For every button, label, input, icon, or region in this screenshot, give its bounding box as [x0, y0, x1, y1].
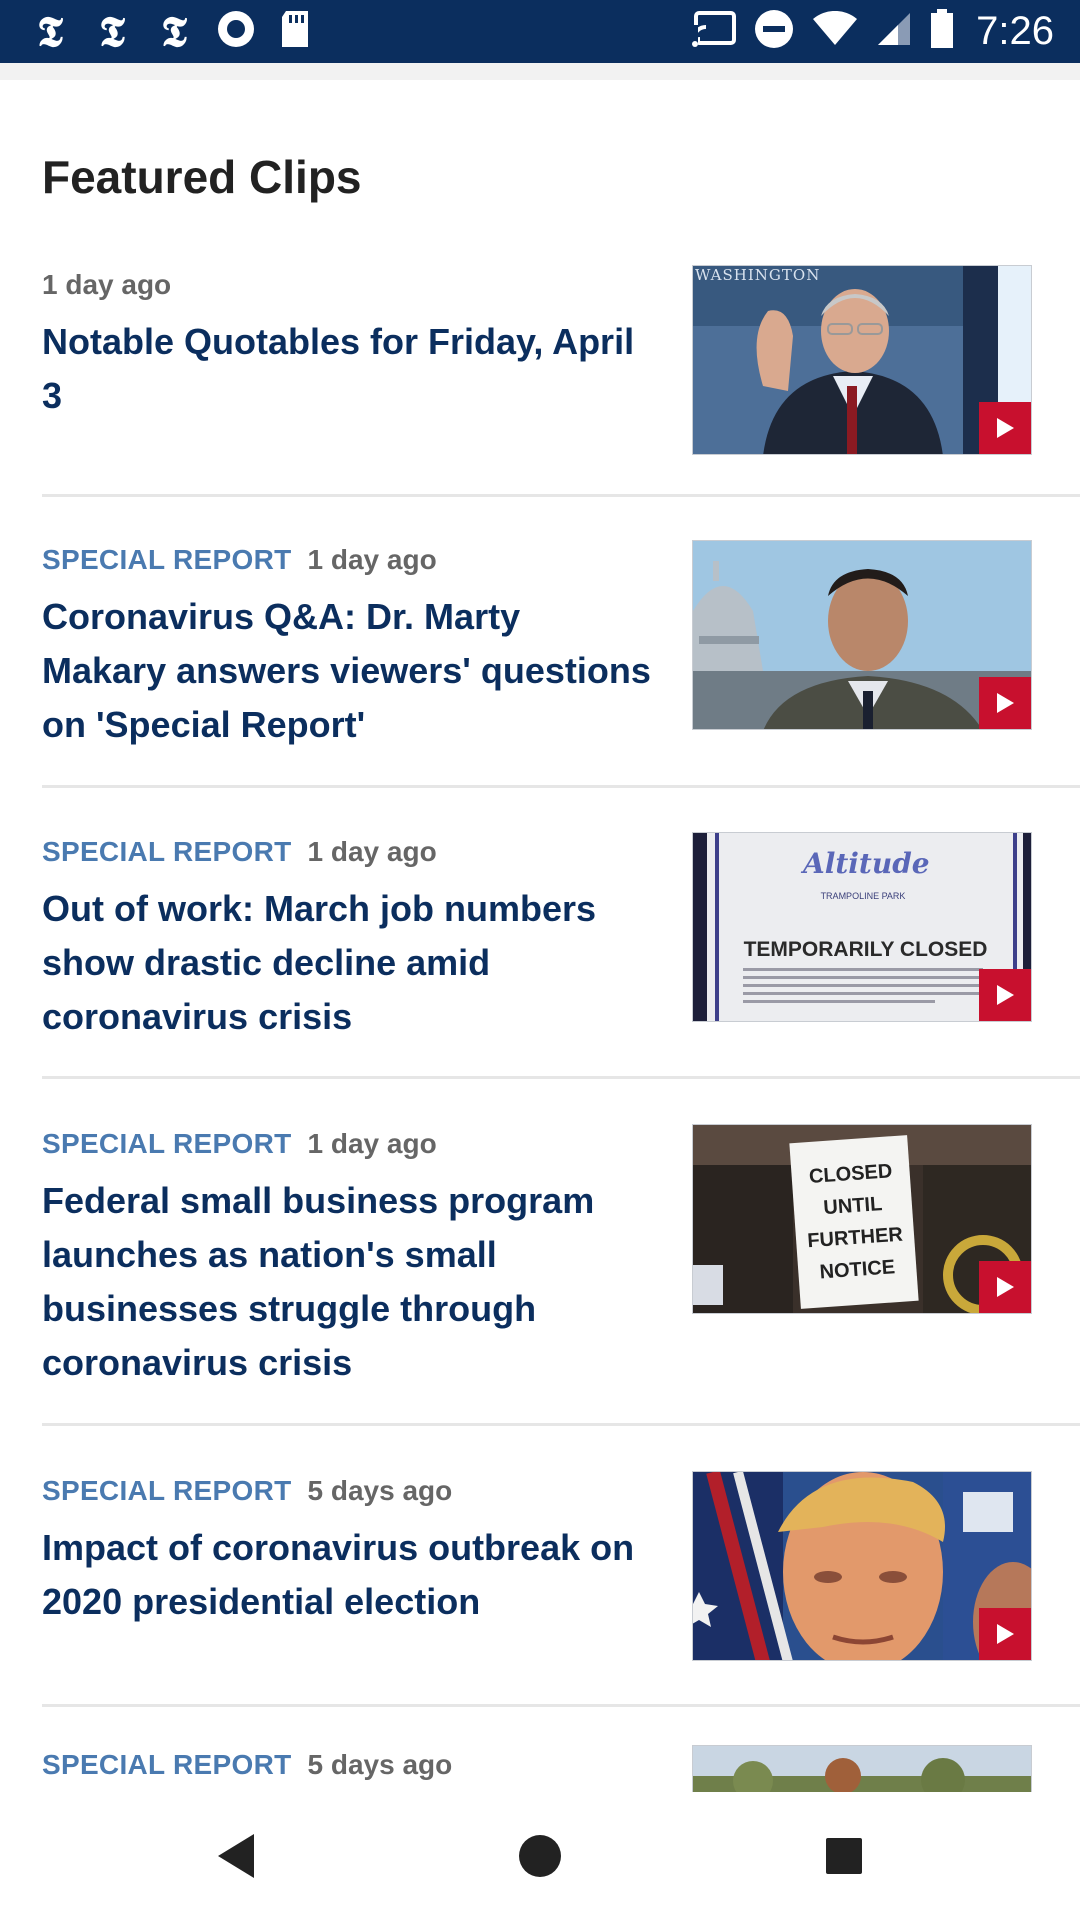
clip-section-label[interactable]: SPECIAL REPORT [42, 1128, 292, 1160]
system-nav-bar [0, 1792, 1080, 1920]
clip-time: 1 day ago [307, 1128, 437, 1159]
play-icon[interactable] [979, 969, 1031, 1021]
closed-sign: CLOSED UNTIL FURTHER NOTICE [789, 1135, 919, 1309]
play-icon[interactable] [979, 1261, 1031, 1313]
clip-item[interactable]: SPECIAL REPORT 5 days ago [42, 1745, 1080, 1792]
clip-time: 1 day ago [42, 269, 172, 300]
clip-item[interactable]: SPECIAL REPORT 1 day ago Out of work: Ma… [42, 832, 1080, 1079]
clip-thumbnail[interactable]: WASHINGTON [692, 265, 1032, 455]
clip-thumbnail[interactable] [692, 1471, 1032, 1661]
clip-meta: 1 day ago [42, 265, 171, 305]
clip-thumbnail[interactable]: Altitude TRAMPOLINE PARK TEMPORARILY CLO… [692, 832, 1032, 1022]
play-icon[interactable] [979, 402, 1031, 454]
thumbnail-logo-sub: TRAMPOLINE PARK [820, 891, 906, 901]
clip-section-label[interactable]: SPECIAL REPORT [42, 544, 292, 576]
clip-meta: SPECIAL REPORT 1 day ago [42, 1124, 437, 1164]
nyt-icon: 𝕿 [37, 6, 63, 56]
do-not-disturb-icon [754, 9, 794, 54]
thumbnail-frame [715, 833, 719, 1021]
clip-time: 1 day ago [307, 544, 437, 575]
wifi-icon [812, 10, 858, 52]
status-right: 7:26 [674, 9, 1054, 54]
nyt-icon: 𝕿 [99, 6, 125, 56]
clip-title[interactable]: Notable Quotables for Friday, April 3 [42, 315, 652, 423]
clip-section-label[interactable]: SPECIAL REPORT [42, 836, 292, 868]
recents-icon[interactable] [816, 1828, 872, 1884]
play-icon[interactable] [979, 677, 1031, 729]
record-icon [216, 9, 256, 54]
closed-sign-line: UNTIL [822, 1193, 884, 1220]
clip-title[interactable]: Coronavirus Q&A: Dr. Marty Makary answer… [42, 590, 652, 752]
page-title: Featured Clips [42, 151, 362, 203]
thumbnail-caption: WASHINGTON [695, 266, 821, 284]
clip-section-label[interactable]: SPECIAL REPORT [42, 1749, 292, 1781]
play-icon[interactable] [979, 1608, 1031, 1660]
thumbnail-frame [693, 833, 707, 1021]
clip-time: 5 days ago [307, 1749, 453, 1780]
featured-clips-list[interactable]: Featured Clips 1 day ago Notable Quotabl… [0, 80, 1080, 1792]
status-bar: 𝕿 𝕿 𝕿 7:26 [0, 0, 1080, 63]
clip-item[interactable]: 1 day ago Notable Quotables for Friday, … [42, 265, 1080, 497]
clip-meta: SPECIAL REPORT 1 day ago [42, 540, 437, 580]
clip-thumbnail[interactable] [692, 1745, 1032, 1792]
clip-section-label[interactable]: SPECIAL REPORT [42, 1475, 292, 1507]
clip-title[interactable]: Federal small business program launches … [42, 1174, 652, 1390]
sd-card-icon [278, 9, 312, 54]
nyt-icon: 𝕿 [161, 6, 187, 56]
clip-title[interactable]: Out of work: March job numbers show dras… [42, 882, 652, 1044]
header-divider [0, 63, 1080, 80]
thumbnail-fine-print [743, 968, 983, 1018]
status-left: 𝕿 𝕿 𝕿 [30, 9, 334, 54]
clip-time: 5 days ago [307, 1475, 453, 1506]
clip-thumbnail[interactable]: CLOSED UNTIL FURTHER NOTICE [692, 1124, 1032, 1314]
cast-icon [692, 11, 737, 52]
clip-thumbnail[interactable] [692, 540, 1032, 730]
clip-time: 1 day ago [307, 836, 437, 867]
clip-item[interactable]: SPECIAL REPORT 1 day ago Federal small b… [42, 1124, 1080, 1426]
clip-item[interactable]: SPECIAL REPORT 5 days ago Impact of coro… [42, 1471, 1080, 1707]
clip-meta: SPECIAL REPORT 1 day ago [42, 832, 437, 872]
clip-meta: SPECIAL REPORT 5 days ago [42, 1471, 452, 1511]
status-time: 7:26 [976, 9, 1054, 53]
home-icon[interactable] [512, 1828, 568, 1884]
thumbnail-logo: Altitude [803, 847, 930, 880]
thumbnail-sign: TEMPORARILY CLOSED [743, 938, 988, 961]
cell-signal-icon [876, 11, 912, 52]
battery-icon [930, 9, 954, 54]
closed-sign-line: NOTICE [818, 1256, 896, 1284]
clip-item[interactable]: SPECIAL REPORT 1 day ago Coronavirus Q&A… [42, 540, 1080, 788]
back-icon[interactable] [208, 1828, 264, 1884]
clip-title[interactable]: Impact of coronavirus outbreak on 2020 p… [42, 1521, 652, 1629]
landscape-thumbnail-image [693, 1746, 1031, 1792]
clip-meta: SPECIAL REPORT 5 days ago [42, 1745, 452, 1785]
